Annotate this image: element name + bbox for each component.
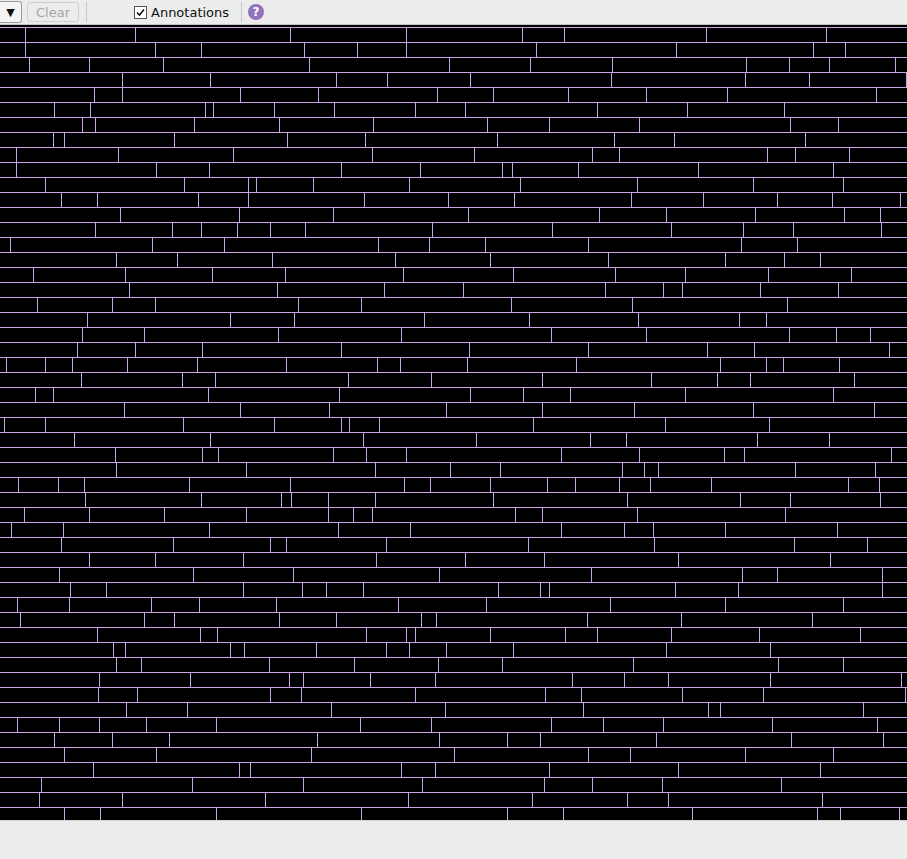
brick-pattern (0, 25, 907, 820)
dropdown-button[interactable]: ▼ (0, 1, 22, 23)
toolbar-separator (241, 2, 242, 22)
clear-button[interactable]: Clear (27, 2, 79, 22)
check-icon (136, 8, 145, 17)
annotations-label: Annotations (151, 5, 229, 20)
annotations-checkbox[interactable]: Annotations (134, 5, 229, 20)
help-icon[interactable]: ? (248, 4, 264, 20)
app-window: ▼Clear Annotations? (0, 0, 907, 859)
drawing-canvas[interactable] (0, 25, 907, 820)
toolbar-separator (86, 2, 87, 22)
status-bar (0, 820, 907, 859)
checkbox-box[interactable] (134, 6, 147, 19)
toolbar: ▼Clear Annotations? (0, 0, 907, 25)
